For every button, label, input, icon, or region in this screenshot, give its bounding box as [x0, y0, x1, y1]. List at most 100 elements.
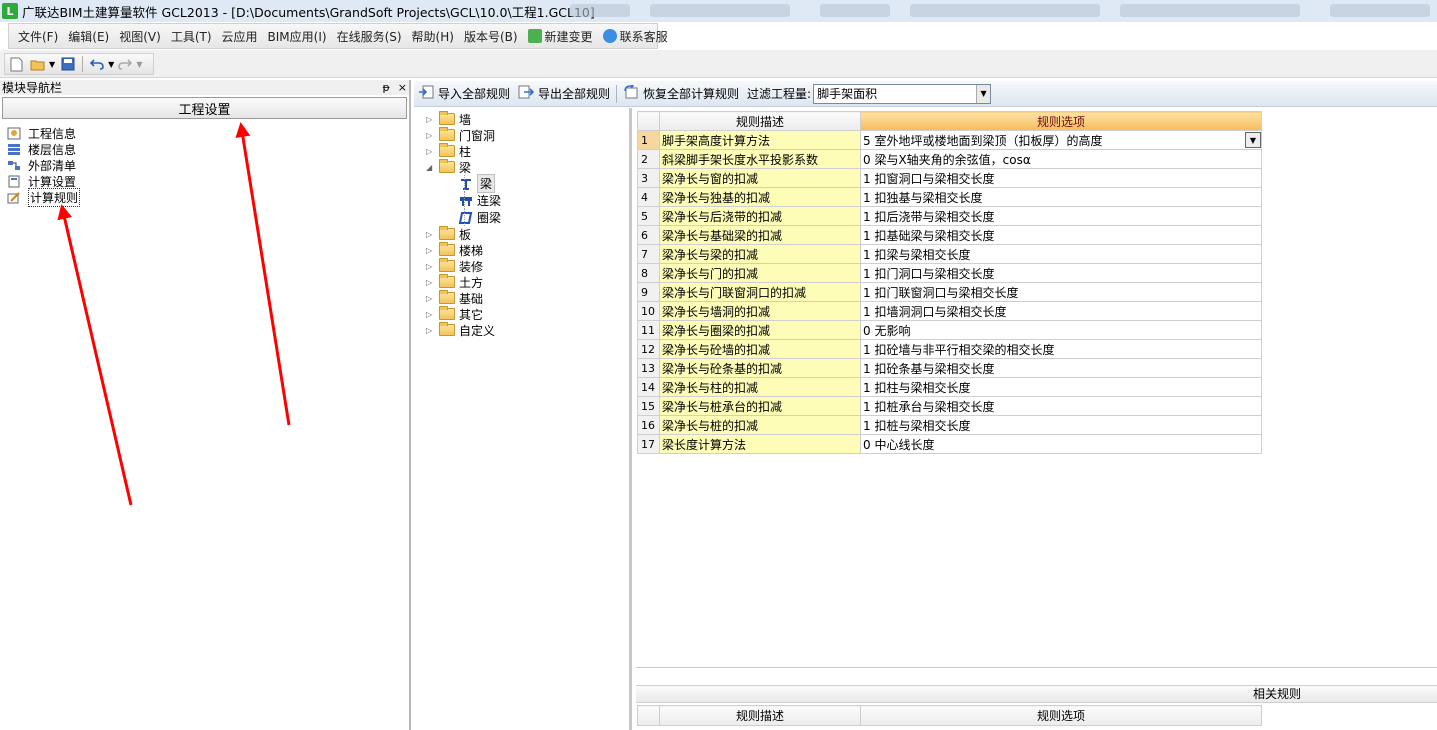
table-row[interactable]: 12 梁净长与砼墙的扣减 1 扣砼墙与非平行相交梁的相交长度: [637, 339, 1262, 359]
rule-description-cell: 梁净长与砼墙的扣减: [659, 339, 861, 359]
menu-item-2[interactable]: 视图(V): [114, 28, 166, 45]
table-row[interactable]: 17 梁长度计算方法 0 中心线长度: [637, 434, 1262, 454]
menu-item-3[interactable]: 工具(T): [166, 28, 217, 45]
menu-item-10[interactable]: 联系客服: [598, 28, 673, 45]
rule-option-cell[interactable]: 1 扣桩与梁相交长度: [860, 415, 1262, 435]
tree-node[interactable]: ▷ 墙: [426, 111, 629, 127]
table-row[interactable]: 9 梁净长与门联窗洞口的扣减 1 扣门联窗洞口与梁相交长度: [637, 282, 1262, 302]
rule-option-cell[interactable]: 1 扣后浇带与梁相交长度: [860, 206, 1262, 226]
column-header-desc[interactable]: 规则描述: [659, 111, 861, 131]
table-row[interactable]: 16 梁净长与桩的扣减 1 扣桩与梁相交长度: [637, 415, 1262, 435]
expand-arrow-icon[interactable]: ▷: [426, 294, 436, 303]
related-column-header-desc[interactable]: 规则描述: [659, 705, 861, 726]
nav-item-1[interactable]: 楼层信息: [6, 141, 403, 157]
calc-rules-icon: [6, 190, 22, 204]
expand-arrow-icon[interactable]: ▷: [426, 147, 436, 156]
table-row[interactable]: 7 梁净长与梁的扣减 1 扣梁与梁相交长度: [637, 244, 1262, 264]
export-all-rules-button[interactable]: 导出全部规则: [518, 85, 610, 103]
close-icon[interactable]: ×: [398, 81, 407, 94]
menu-item-0[interactable]: 文件(F): [13, 28, 63, 45]
undo-icon[interactable]: [88, 55, 106, 73]
table-row[interactable]: 3 梁净长与窗的扣减 1 扣窗洞口与梁相交长度: [637, 168, 1262, 188]
tree-node[interactable]: ▷ 基础: [426, 290, 629, 306]
menu-item-9[interactable]: 新建变更: [523, 28, 598, 45]
rule-option-cell[interactable]: 1 扣窗洞口与梁相交长度: [860, 168, 1262, 188]
rule-option-cell[interactable]: 5 室外地坪或楼地面到梁顶（扣板厚）的高度 ▼: [860, 130, 1262, 150]
filter-quantity-select[interactable]: 脚手架面积 ▼: [813, 83, 992, 104]
table-row[interactable]: 4 梁净长与独基的扣减 1 扣独基与梁相交长度: [637, 187, 1262, 207]
tree-node[interactable]: ▷ 土方: [426, 274, 629, 290]
rule-option-cell[interactable]: 1 扣柱与梁相交长度: [860, 377, 1262, 397]
collapse-arrow-icon[interactable]: ◢: [426, 163, 436, 172]
table-row[interactable]: 11 梁净长与圈梁的扣减 0 无影响: [637, 320, 1262, 340]
expand-arrow-icon[interactable]: ▷: [426, 246, 436, 255]
table-row[interactable]: 5 梁净长与后浇带的扣减 1 扣后浇带与梁相交长度: [637, 206, 1262, 226]
tree-child-node[interactable]: 梁: [426, 174, 629, 193]
nav-section-project-settings[interactable]: 工程设置: [2, 97, 407, 119]
related-column-header-option[interactable]: 规则选项: [860, 705, 1262, 726]
expand-arrow-icon[interactable]: ▷: [426, 230, 436, 239]
menu-item-6[interactable]: 在线服务(S): [332, 28, 407, 45]
open-dropdown-icon[interactable]: ▼: [49, 60, 55, 69]
rule-option-dropdown[interactable]: 5 室外地坪或楼地面到梁顶（扣板厚）的高度 ▼: [863, 132, 1261, 149]
nav-item-4[interactable]: 计算规则: [6, 187, 403, 207]
rule-option-cell[interactable]: 1 扣基础梁与梁相交长度: [860, 225, 1262, 245]
pin-icon[interactable]: ᵽ: [382, 81, 389, 94]
expand-arrow-icon[interactable]: ▷: [426, 310, 436, 319]
rule-option-cell[interactable]: 1 扣桩承台与梁相交长度: [860, 396, 1262, 416]
menu-item-5[interactable]: BIM应用(I): [263, 28, 332, 45]
tree-node[interactable]: ▷ 自定义: [426, 322, 629, 338]
table-row[interactable]: 2 斜梁脚手架长度水平投影系数 0 梁与X轴夹角的余弦值，cosα: [637, 149, 1262, 169]
tree-node[interactable]: ◢ 梁: [426, 159, 629, 175]
save-icon[interactable]: [59, 55, 77, 73]
nav-item-2[interactable]: 外部清单: [6, 157, 403, 173]
expand-arrow-icon[interactable]: ▷: [426, 115, 436, 124]
column-header-option[interactable]: 规则选项: [860, 111, 1262, 131]
tree-node[interactable]: ▷ 门窗洞: [426, 127, 629, 143]
tree-node[interactable]: ▷ 楼梯: [426, 242, 629, 258]
redo-icon[interactable]: [116, 55, 134, 73]
menu-item-label: 工具(T): [170, 29, 212, 44]
rule-option-cell[interactable]: 1 扣梁与梁相交长度: [860, 244, 1262, 264]
table-row[interactable]: 14 梁净长与柱的扣减 1 扣柱与梁相交长度: [637, 377, 1262, 397]
table-row[interactable]: 1 脚手架高度计算方法 5 室外地坪或楼地面到梁顶（扣板厚）的高度 ▼: [637, 130, 1262, 150]
menu-item-8[interactable]: 版本号(B): [459, 28, 523, 45]
expand-arrow-icon[interactable]: ▷: [426, 326, 436, 335]
tree-child-node[interactable]: 圈梁: [426, 209, 629, 226]
rule-option-cell[interactable]: 0 梁与X轴夹角的余弦值，cosα: [860, 149, 1262, 169]
nav-item-0[interactable]: 工程信息: [6, 125, 403, 141]
table-row[interactable]: 10 梁净长与墙洞的扣减 1 扣墙洞洞口与梁相交长度: [637, 301, 1262, 321]
chevron-down-icon[interactable]: ▼: [1245, 132, 1261, 148]
redo-dropdown-icon[interactable]: ▼: [136, 60, 142, 69]
table-row[interactable]: 15 梁净长与桩承台的扣减 1 扣桩承台与梁相交长度: [637, 396, 1262, 416]
rule-option-cell[interactable]: 1 扣砼墙与非平行相交梁的相交长度: [860, 339, 1262, 359]
expand-arrow-icon[interactable]: ▷: [426, 278, 436, 287]
open-folder-icon[interactable]: [29, 55, 47, 73]
tree-node[interactable]: ▷ 柱: [426, 143, 629, 159]
rule-option-cell[interactable]: 1 扣墙洞洞口与梁相交长度: [860, 301, 1262, 321]
new-file-icon[interactable]: [7, 55, 25, 73]
rule-option-cell[interactable]: 1 扣门联窗洞口与梁相交长度: [860, 282, 1262, 302]
expand-arrow-icon[interactable]: ▷: [426, 131, 436, 140]
expand-arrow-icon[interactable]: ▷: [426, 262, 436, 271]
rule-option-cell[interactable]: 0 无影响: [860, 320, 1262, 340]
menu-item-4[interactable]: 云应用: [217, 28, 263, 45]
rule-option-cell[interactable]: 1 扣独基与梁相交长度: [860, 187, 1262, 207]
table-row[interactable]: 13 梁净长与砼条基的扣减 1 扣砼条基与梁相交长度: [637, 358, 1262, 378]
rule-option-cell[interactable]: 1 扣门洞口与梁相交长度: [860, 263, 1262, 283]
undo-dropdown-icon[interactable]: ▼: [108, 60, 114, 69]
tree-node[interactable]: ▷ 板: [426, 226, 629, 242]
tree-child-node[interactable]: 连梁: [426, 192, 629, 209]
chevron-down-icon[interactable]: ▼: [976, 84, 991, 103]
table-row[interactable]: 6 梁净长与基础梁的扣减 1 扣基础梁与梁相交长度: [637, 225, 1262, 245]
tree-node[interactable]: ▷ 装修: [426, 258, 629, 274]
table-row[interactable]: 8 梁净长与门的扣减 1 扣门洞口与梁相交长度: [637, 263, 1262, 283]
menu-item-1[interactable]: 编辑(E): [63, 28, 114, 45]
rule-description-cell: 梁净长与门的扣减: [659, 263, 861, 283]
menu-item-7[interactable]: 帮助(H): [407, 28, 459, 45]
import-all-rules-button[interactable]: 导入全部规则: [418, 85, 510, 103]
rule-option-cell[interactable]: 1 扣砼条基与梁相交长度: [860, 358, 1262, 378]
restore-all-rules-button[interactable]: 恢复全部计算规则: [623, 83, 739, 103]
rule-option-cell[interactable]: 0 中心线长度: [860, 434, 1262, 454]
tree-node[interactable]: ▷ 其它: [426, 306, 629, 322]
